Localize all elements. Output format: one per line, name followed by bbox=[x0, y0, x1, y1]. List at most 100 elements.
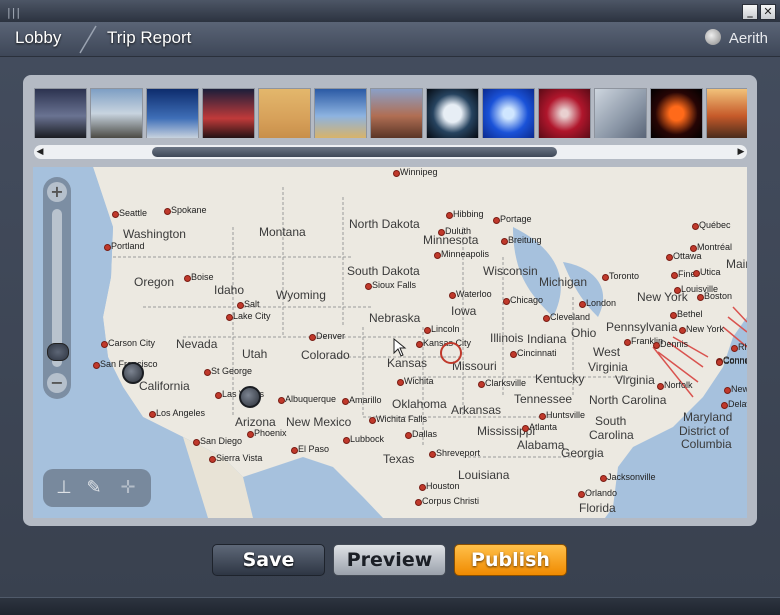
city-dot[interactable] bbox=[679, 327, 686, 334]
city-dot[interactable] bbox=[149, 411, 156, 418]
city-dot[interactable] bbox=[104, 244, 111, 251]
city-dot[interactable] bbox=[416, 341, 423, 348]
grip-icon[interactable]: ||| bbox=[7, 6, 21, 19]
state-label: Arizona bbox=[235, 415, 276, 429]
city-dot[interactable] bbox=[670, 312, 677, 319]
city-label: Chicago bbox=[510, 295, 544, 305]
photo-thumbnail[interactable] bbox=[650, 88, 703, 138]
city-dot[interactable] bbox=[539, 413, 546, 420]
city-dot[interactable] bbox=[697, 294, 704, 301]
photo-thumbnail[interactable] bbox=[258, 88, 311, 138]
city-dot[interactable] bbox=[693, 270, 700, 277]
city-dot[interactable] bbox=[415, 499, 422, 506]
minimize-button[interactable]: _ bbox=[742, 4, 758, 20]
scroll-right-icon[interactable]: ▶ bbox=[735, 145, 747, 159]
save-button[interactable]: Save bbox=[212, 544, 325, 576]
scrollbar-thumb[interactable] bbox=[152, 147, 557, 157]
zoom-in-button[interactable]: + bbox=[47, 182, 67, 202]
close-button[interactable]: ✕ bbox=[760, 4, 776, 20]
zoom-out-button[interactable]: − bbox=[47, 373, 67, 393]
city-dot[interactable] bbox=[578, 491, 585, 498]
city-dot[interactable] bbox=[342, 398, 349, 405]
city-dot[interactable] bbox=[522, 425, 529, 432]
city-dot[interactable] bbox=[184, 275, 191, 282]
user-menu[interactable]: Aerith bbox=[704, 29, 768, 47]
city-dot[interactable] bbox=[674, 287, 681, 294]
state-label: Oregon bbox=[134, 275, 175, 289]
city-dot[interactable] bbox=[397, 379, 404, 386]
photo-strip-scrollbar[interactable]: ◀ ▶ bbox=[34, 145, 747, 159]
city-dot[interactable] bbox=[424, 327, 431, 334]
photo-thumbnail[interactable] bbox=[314, 88, 367, 138]
city-dot[interactable] bbox=[692, 223, 699, 230]
city-dot[interactable] bbox=[653, 342, 660, 349]
city-dot[interactable] bbox=[393, 170, 400, 177]
city-dot[interactable] bbox=[215, 392, 222, 399]
photo-thumbnail[interactable] bbox=[426, 88, 479, 138]
city-dot[interactable] bbox=[237, 302, 244, 309]
location-marker-las-vegas[interactable] bbox=[239, 386, 261, 408]
photo-thumbnail[interactable] bbox=[202, 88, 255, 138]
map-view[interactable]: Washington Montana North Dakota Minnesota Or… bbox=[33, 167, 747, 518]
city-dot[interactable] bbox=[510, 351, 517, 358]
city-dot[interactable] bbox=[278, 397, 285, 404]
city-dot[interactable] bbox=[429, 451, 436, 458]
city-dot[interactable] bbox=[209, 456, 216, 463]
city-dot[interactable] bbox=[724, 387, 731, 394]
city-dot[interactable] bbox=[666, 254, 673, 261]
city-dot[interactable] bbox=[193, 439, 200, 446]
photo-thumbnail[interactable] bbox=[594, 88, 647, 138]
city-dot[interactable] bbox=[247, 431, 254, 438]
photo-thumbnail[interactable] bbox=[482, 88, 535, 138]
city-dot[interactable] bbox=[624, 339, 631, 346]
preview-button[interactable]: Preview bbox=[333, 544, 446, 576]
city-dot[interactable] bbox=[291, 447, 298, 454]
city-dot[interactable] bbox=[164, 208, 171, 215]
city-dot[interactable] bbox=[449, 292, 456, 299]
city-dot[interactable] bbox=[226, 314, 233, 321]
city-dot[interactable] bbox=[365, 283, 372, 290]
city-dot[interactable] bbox=[434, 252, 441, 259]
city-dot[interactable] bbox=[602, 274, 609, 281]
location-marker-san-francisco[interactable] bbox=[122, 362, 144, 384]
city-dot[interactable] bbox=[671, 272, 678, 279]
city-dot[interactable] bbox=[690, 245, 697, 252]
photo-thumbnail[interactable] bbox=[538, 88, 591, 138]
city-dot[interactable] bbox=[600, 475, 607, 482]
city-dot[interactable] bbox=[493, 217, 500, 224]
city-dot[interactable] bbox=[501, 238, 508, 245]
city-dot[interactable] bbox=[309, 334, 316, 341]
move-tool-icon[interactable]: ✛ bbox=[117, 477, 139, 499]
city-dot[interactable] bbox=[503, 298, 510, 305]
city-dot[interactable] bbox=[579, 301, 586, 308]
publish-button[interactable]: Publish bbox=[454, 544, 567, 576]
city-dot[interactable] bbox=[419, 484, 426, 491]
photo-thumbnail[interactable] bbox=[90, 88, 143, 138]
photo-thumbnail[interactable] bbox=[34, 88, 87, 138]
city-dot[interactable] bbox=[204, 369, 211, 376]
city-dot[interactable] bbox=[657, 383, 664, 390]
city-dot[interactable] bbox=[543, 315, 550, 322]
city-dot[interactable] bbox=[93, 362, 100, 369]
photo-thumbnail[interactable] bbox=[706, 88, 747, 138]
photo-thumbnail[interactable] bbox=[146, 88, 199, 138]
city-dot[interactable] bbox=[369, 417, 376, 424]
city-dot[interactable] bbox=[112, 211, 119, 218]
city-dot[interactable] bbox=[405, 432, 412, 439]
city-dot[interactable] bbox=[438, 229, 445, 236]
city-dot[interactable] bbox=[446, 212, 453, 219]
city-dot[interactable] bbox=[721, 402, 728, 409]
city-dot[interactable] bbox=[343, 437, 350, 444]
pin-tool-icon[interactable]: ⊥ bbox=[53, 477, 75, 499]
scroll-left-icon[interactable]: ◀ bbox=[34, 145, 46, 159]
brush-tool-icon[interactable]: ✎ bbox=[83, 477, 105, 499]
city-dot[interactable] bbox=[731, 345, 738, 352]
city-dot[interactable] bbox=[101, 341, 108, 348]
photo-thumbnail[interactable] bbox=[370, 88, 423, 138]
crosshair-target-icon[interactable] bbox=[440, 342, 462, 364]
breadcrumb-lobby[interactable]: Lobby bbox=[15, 28, 61, 48]
zoom-slider-handle[interactable] bbox=[47, 343, 69, 361]
state-label: South bbox=[595, 414, 627, 428]
city-dot[interactable] bbox=[478, 381, 485, 388]
city-dot[interactable] bbox=[716, 359, 723, 366]
